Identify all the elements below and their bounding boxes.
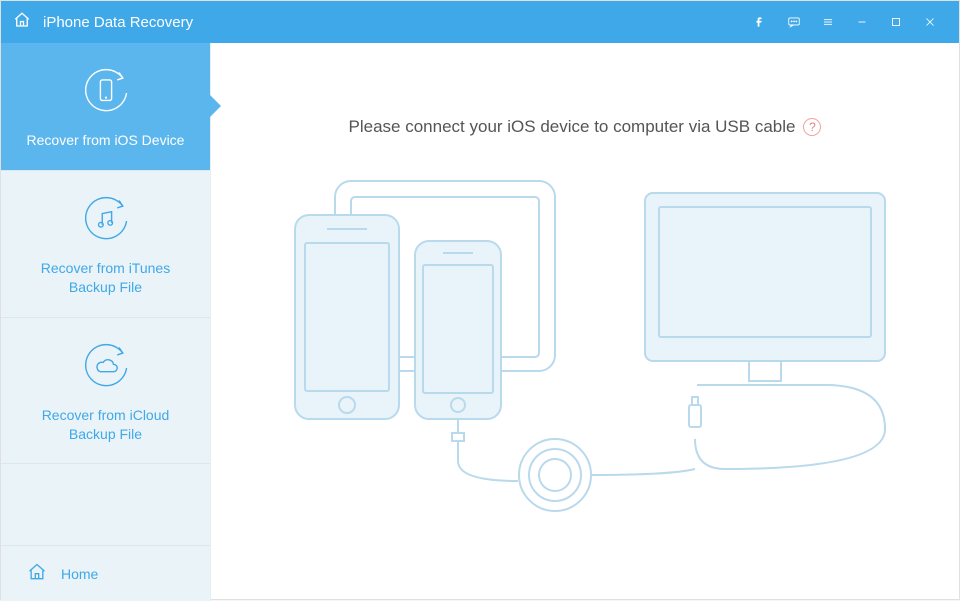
menu-icon[interactable]	[811, 1, 845, 43]
recover-ios-icon	[78, 65, 134, 121]
sidebar-item-recover-itunes[interactable]: Recover from iTunes Backup File	[1, 171, 210, 318]
close-button[interactable]	[913, 1, 947, 43]
connect-prompt: Please connect your iOS device to comput…	[349, 117, 822, 137]
connect-prompt-text: Please connect your iOS device to comput…	[349, 117, 796, 137]
recover-itunes-icon	[78, 193, 134, 249]
sidebar: Recover from iOS Device Recover from iTu…	[1, 43, 211, 601]
app-title: iPhone Data Recovery	[43, 14, 193, 31]
minimize-button[interactable]	[845, 1, 879, 43]
app-body: Recover from iOS Device Recover from iTu…	[1, 43, 959, 601]
sidebar-item-recover-icloud[interactable]: Recover from iCloud Backup File	[1, 318, 210, 465]
sidebar-item-label: Recover from iOS Device	[27, 131, 185, 150]
social-icon[interactable]	[743, 1, 777, 43]
home-icon[interactable]	[13, 11, 31, 33]
sidebar-spacer	[1, 464, 210, 545]
sidebar-home[interactable]: Home	[1, 545, 210, 601]
feedback-icon[interactable]	[777, 1, 811, 43]
titlebar-right	[743, 1, 947, 43]
app-window: iPhone Data Recovery	[0, 0, 960, 600]
maximize-button[interactable]	[879, 1, 913, 43]
sidebar-item-label: Recover from iTunes Backup File	[21, 259, 190, 297]
sidebar-home-label: Home	[61, 566, 98, 582]
recover-icloud-icon	[78, 340, 134, 396]
main-panel: Please connect your iOS device to comput…	[211, 43, 959, 601]
connect-illustration	[265, 173, 905, 513]
help-icon[interactable]: ?	[803, 118, 821, 136]
titlebar-left: iPhone Data Recovery	[13, 11, 193, 33]
titlebar: iPhone Data Recovery	[1, 1, 959, 43]
sidebar-item-recover-ios[interactable]: Recover from iOS Device	[1, 43, 210, 171]
sidebar-item-label: Recover from iCloud Backup File	[21, 406, 190, 444]
home-icon	[27, 562, 47, 585]
